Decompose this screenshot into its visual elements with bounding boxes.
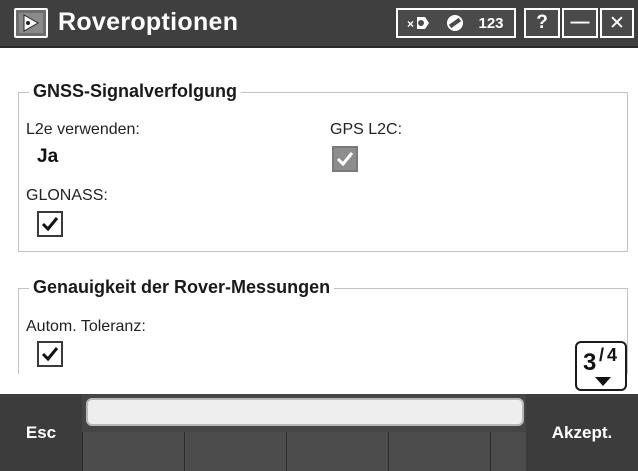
- close-button[interactable]: ✕: [600, 8, 634, 38]
- softkey-blank-4[interactable]: [388, 432, 490, 471]
- gnss-group-title: GNSS-Signalverfolgung: [29, 81, 242, 102]
- window-title: Roveroptionen: [58, 8, 239, 36]
- no-entry-icon[interactable]: [442, 10, 468, 36]
- glonass-label: GLONASS:: [26, 187, 108, 204]
- minimize-button[interactable]: —: [562, 8, 598, 38]
- page-total: 4: [607, 345, 618, 365]
- l2e-label: L2e verwenden:: [26, 121, 140, 138]
- auto-tolerance-label: Autom. Toleranz:: [26, 318, 146, 335]
- roveroptionen-screen: Roveroptionen × 123 ? — ✕ GNSS-Signalver…: [0, 0, 638, 471]
- l2e-value[interactable]: Ja: [37, 146, 58, 168]
- gps-l2c-checkbox[interactable]: [332, 146, 358, 172]
- esc-button[interactable]: Esc: [0, 394, 82, 471]
- softkey-blank-3[interactable]: [286, 432, 388, 471]
- glonass-checkbox[interactable]: [37, 211, 63, 237]
- chevron-down-icon: [595, 377, 611, 386]
- checkmark-icon: [41, 217, 59, 232]
- help-button[interactable]: ?: [524, 8, 560, 38]
- auto-tolerance-checkbox[interactable]: [37, 341, 63, 367]
- gps-l2c-label: GPS L2C:: [330, 121, 403, 138]
- app-logo-icon[interactable]: [14, 8, 48, 38]
- rover-group-title: Genauigkeit der Rover-Messungen: [29, 277, 335, 298]
- status-icons-group: × 123: [396, 8, 516, 38]
- softkey-blank-1[interactable]: [82, 432, 184, 471]
- checkmark-icon: [336, 152, 354, 167]
- accept-button[interactable]: Akzept.: [526, 394, 638, 471]
- checkmark-icon: [41, 347, 59, 362]
- gnss-tracking-group: GNSS-Signalverfolgung: [18, 81, 628, 252]
- title-bar: Roveroptionen × 123 ? — ✕: [0, 0, 638, 48]
- softkey-blank-5[interactable]: [490, 432, 526, 471]
- page-current: 3: [583, 349, 597, 376]
- page-indicator-button[interactable]: 3 / 4: [575, 341, 627, 391]
- input-mode-indicator[interactable]: 123: [470, 10, 512, 36]
- softkey-blank-2[interactable]: [184, 432, 286, 471]
- svg-text:×: ×: [407, 17, 414, 31]
- page-separator: /: [599, 345, 605, 365]
- message-area: [86, 398, 524, 426]
- connection-icon[interactable]: ×: [402, 10, 438, 36]
